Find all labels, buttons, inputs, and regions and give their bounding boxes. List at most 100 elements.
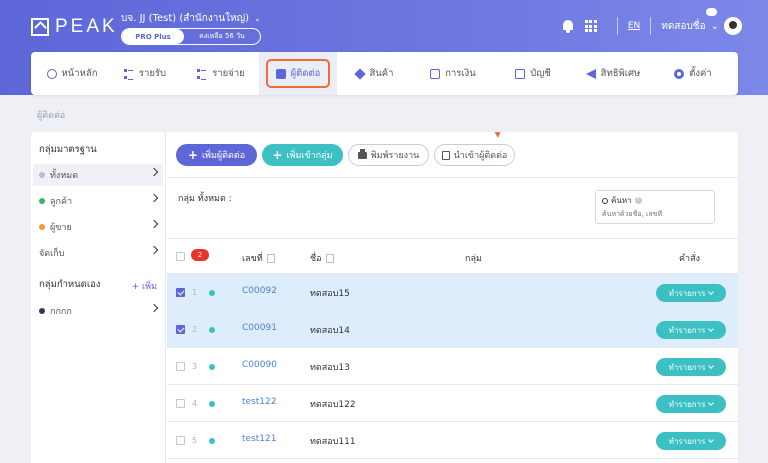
action-button[interactable]: ทำรายการ <box>656 395 726 413</box>
user-menu[interactable]: ทดสอบชื่อ ⌄ <box>661 17 742 35</box>
apps-grid-icon[interactable] <box>584 20 597 32</box>
contact-code-link[interactable]: test121 <box>242 434 276 444</box>
table-row[interactable]: 5 test121 ทดสอบ111 ทำรายการ <box>167 422 738 459</box>
nav-item-income[interactable]: รายรับ <box>107 52 183 95</box>
row-checkbox[interactable] <box>176 399 185 408</box>
action-label: ทำรายการ <box>668 362 706 372</box>
header-name[interactable]: ชื่อ <box>310 251 334 265</box>
row-checkbox[interactable] <box>176 362 185 371</box>
hint-arrow-icon <box>494 132 501 138</box>
table-row[interactable]: 2 C00091 ทดสอบ14 ทำรายการ <box>167 311 738 348</box>
printer-icon <box>357 148 367 159</box>
add-contact-button[interactable]: + เพิ่มผู้ติดต่อ <box>176 144 257 166</box>
nav-item-expense[interactable]: รายจ่าย <box>183 52 259 95</box>
search-input[interactable] <box>602 210 708 218</box>
action-button[interactable]: ทำรายการ <box>656 284 726 302</box>
nav-label: การเงิน <box>445 68 476 79</box>
custom-groups-title: กลุ่มกำหนดเอง <box>39 279 101 290</box>
help-icon[interactable]: ? <box>634 197 642 204</box>
gear-icon <box>674 68 685 79</box>
sidebar-item-archived[interactable]: จัดเก็บ <box>33 242 163 264</box>
search-icon <box>602 197 608 204</box>
sidebar-item-label: ลูกค้า <box>50 197 73 207</box>
income-icon <box>123 68 134 80</box>
chevron-down-icon <box>708 363 715 369</box>
peak-logo[interactable]: PEAK <box>31 16 118 38</box>
contact-card-icon <box>275 68 286 79</box>
table-row[interactable]: 4 test122 ทดสอบ122 ทำรายการ <box>167 385 738 422</box>
row-number: 4 <box>192 399 198 408</box>
group-dot <box>39 224 45 230</box>
user-name: ทดสอบชื่อ <box>661 20 706 32</box>
table-row[interactable]: 1 C00092 ทดสอบ15 ทำรายการ <box>167 274 738 311</box>
search-box[interactable]: ค้นหา ? <box>595 190 715 224</box>
import-contacts-button[interactable]: นำเข้าผู้ติดต่อ <box>434 144 515 166</box>
sidebar-item-custom[interactable]: กกกก <box>33 300 163 322</box>
table-row[interactable]: 3 C00090 ทดสอบ13 ทำรายการ <box>167 348 738 385</box>
action-button[interactable]: ทำรายการ <box>656 321 726 339</box>
header-group: กลุ่ม <box>465 254 482 264</box>
row-number: 2 <box>192 325 198 334</box>
sidebar-item-customers[interactable]: ลูกค้า <box>33 190 163 212</box>
bell-icon[interactable] <box>561 19 575 33</box>
search-label: ค้นหา <box>611 196 632 205</box>
add-to-group-button[interactable]: + เพิ่มเข้ากลุ่ม <box>262 144 343 166</box>
nav-item-products[interactable]: สินค้า <box>337 52 411 95</box>
nav-item-home[interactable]: หน้าหลัก <box>37 52 107 95</box>
contact-code-link[interactable]: C00090 <box>242 360 277 370</box>
book-icon <box>515 68 526 79</box>
divider <box>650 17 652 35</box>
action-button[interactable]: ทำรายการ <box>656 358 726 376</box>
select-all-checkbox[interactable] <box>176 252 185 261</box>
header-action: คำสั่ง <box>679 254 700 264</box>
sort-icon <box>266 253 275 263</box>
selected-count-badge: 2 <box>191 249 209 261</box>
logo-mark-icon <box>31 18 49 36</box>
button-label: พิมพ์รายงาน <box>370 151 420 161</box>
group-dot <box>39 198 45 204</box>
header-label: ชื่อ <box>310 254 322 264</box>
chevron-down-icon: ⌄ <box>710 20 719 32</box>
row-checkbox[interactable] <box>176 288 185 297</box>
row-checkbox[interactable] <box>176 325 185 334</box>
sidebar-item-all[interactable]: ทั้งหมด <box>33 164 163 186</box>
import-icon <box>441 150 450 160</box>
action-label: ทำรายการ <box>668 399 706 409</box>
contact-code-link[interactable]: C00091 <box>242 323 277 333</box>
company-selector[interactable]: บจ. JJ (Test) (สำนักงานใหญ่) ⌄ <box>121 11 261 26</box>
header-code[interactable]: เลขที่ <box>242 251 275 265</box>
chevron-right-icon <box>149 245 159 255</box>
nav-label: ผู้ติดต่อ <box>290 68 321 79</box>
header-label: เลขที่ <box>242 254 263 264</box>
group-dot <box>39 172 45 178</box>
sidebar-item-label: จัดเก็บ <box>39 249 65 259</box>
megaphone-icon <box>585 68 596 79</box>
add-group-button[interactable]: + เพิ่ม <box>132 279 157 293</box>
nav-item-finance[interactable]: การเงิน <box>411 52 495 95</box>
contact-name: ทดสอบ122 <box>310 400 356 410</box>
logo-text: PEAK <box>55 16 118 37</box>
contact-name: ทดสอบ14 <box>310 326 350 336</box>
row-checkbox[interactable] <box>176 436 185 445</box>
sidebar-item-vendors[interactable]: ผู้ขาย <box>33 216 163 238</box>
contact-code-link[interactable]: C00092 <box>242 286 277 296</box>
nav-item-settings[interactable]: ตั้งค่า <box>655 52 731 95</box>
nav-item-contacts[interactable]: ผู้ติดต่อ <box>259 52 337 95</box>
contact-code-link[interactable]: test122 <box>242 397 276 407</box>
nav-item-accounting[interactable]: บัญชี <box>495 52 571 95</box>
chevron-right-icon <box>149 303 159 313</box>
button-label: เพิ่มผู้ติดต่อ <box>201 151 246 161</box>
contact-name: ทดสอบ111 <box>310 437 356 447</box>
company-name: บจ. JJ (Test) (สำนักงานใหญ่) <box>121 13 250 24</box>
nav-item-privileges[interactable]: สิทธิพิเศษ <box>571 52 655 95</box>
table-header: 2 เลขที่ ชื่อ กลุ่ม คำสั่ง <box>167 238 738 274</box>
standard-groups-title: กลุ่มมาตรฐาน <box>39 144 97 155</box>
nav-label: บัญชี <box>530 68 551 79</box>
language-switch[interactable]: EN <box>628 21 640 31</box>
divider <box>167 177 738 178</box>
chevron-down-icon: ⌄ <box>254 14 261 23</box>
action-button[interactable]: ทำรายการ <box>656 432 726 450</box>
contact-name: ทดสอบ13 <box>310 363 350 373</box>
group-dot <box>39 308 45 314</box>
print-report-button[interactable]: พิมพ์รายงาน <box>348 144 429 166</box>
